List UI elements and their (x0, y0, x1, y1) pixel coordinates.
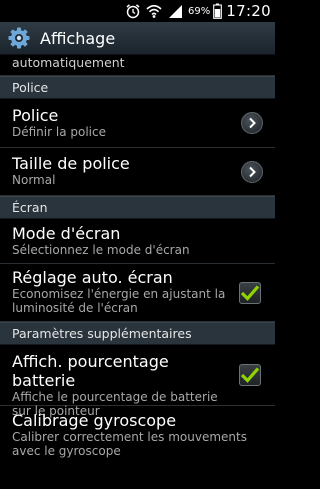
setting-subtitle: Normal (12, 173, 56, 187)
setting-title: Affich. pourcentage batterie (12, 352, 169, 390)
setting-subtitle: Calibrer correctement les mouvements ave… (12, 430, 247, 458)
section-header-ecran: Écran (0, 196, 275, 219)
battery-percent: 69% (188, 5, 211, 17)
setting-title: Police (12, 106, 59, 125)
setting-subtitle: Sélectionnez le mode d'écran (12, 243, 190, 257)
clock: 17:20 (226, 2, 271, 20)
setting-title: Réglage auto. écran (12, 268, 173, 287)
setting-item-calibrage-gyroscope[interactable]: Calibrage gyroscope Calibrer correctemen… (0, 406, 275, 466)
status-bar: 69% 17:20 (0, 0, 275, 22)
section-header-police: Police (0, 76, 275, 99)
chevron-right-icon[interactable] (241, 160, 263, 183)
setting-item-police[interactable]: Police Définir la police (0, 99, 275, 148)
checkmark-icon (240, 284, 260, 301)
checkbox-pourcentage-batterie[interactable] (239, 364, 261, 386)
setting-subtitle: Economisez l'énergie en ajustant la lumi… (12, 287, 226, 315)
signal-icon (167, 3, 183, 19)
page-title: Affichage (40, 28, 116, 48)
setting-title: Calibrage gyroscope (12, 411, 177, 430)
setting-item-pourcentage-batterie[interactable]: Affich. pourcentage batterie Affiche le … (0, 345, 275, 418)
setting-item-reglage-auto-ecran[interactable]: Réglage auto. écran Economisez l'énergie… (0, 264, 275, 322)
setting-subtitle: Définir la police (12, 125, 106, 139)
screen: 69% 17:20 Affichage automatiquement Poli… (0, 0, 275, 489)
battery-icon (213, 3, 223, 19)
setting-title: Mode d'écran (12, 224, 121, 243)
settings-gear-icon[interactable] (7, 26, 31, 50)
section-header-parametres-supplementaires: Paramètres supplémentaires (0, 322, 275, 345)
checkmark-icon (240, 367, 260, 383)
checkbox-reglage-auto-ecran[interactable] (239, 281, 261, 304)
action-bar: Affichage (0, 22, 275, 55)
chevron-right-icon[interactable] (241, 112, 263, 134)
alarm-icon (125, 3, 141, 19)
wifi-icon (146, 3, 162, 19)
setting-item-mode-ecran[interactable]: Mode d'écran Sélectionnez le mode d'écra… (0, 219, 275, 264)
truncated-item-text: automatiquement (0, 55, 275, 76)
setting-item-taille-police[interactable]: Taille de police Normal (0, 148, 275, 196)
settings-list[interactable]: automatiquement Police Police Définir la… (0, 55, 275, 489)
setting-title: Taille de police (12, 154, 130, 173)
